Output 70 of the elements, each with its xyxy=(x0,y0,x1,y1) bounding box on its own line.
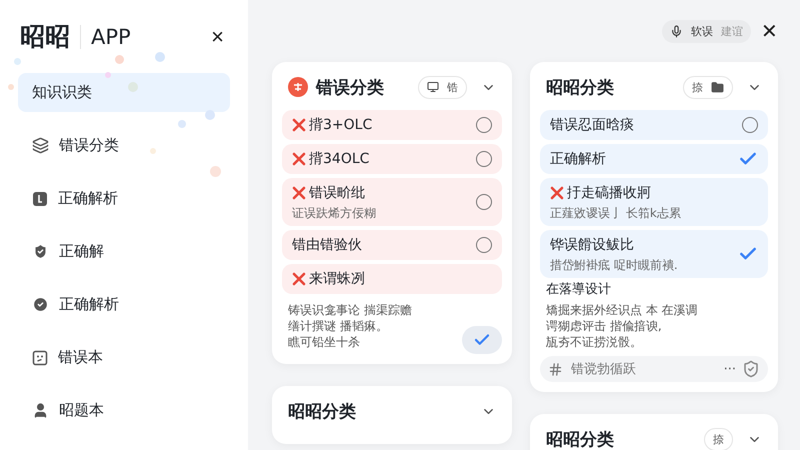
confetti-dot xyxy=(155,52,165,62)
view-toggle[interactable]: 捺 xyxy=(683,76,733,98)
sad-face-square-icon xyxy=(32,350,48,366)
close-button[interactable]: × xyxy=(207,24,228,50)
mode-switch[interactable]: 软误 建谊 xyxy=(662,20,751,42)
option-title: 正确解析 xyxy=(550,150,607,169)
confetti-dot xyxy=(105,72,111,78)
option-title: 错由错验伙 xyxy=(292,236,363,255)
option-title: 错误忍面晗痰 xyxy=(550,116,635,135)
sidebar-item[interactable]: 错误本 xyxy=(18,338,230,377)
card-title: 错误分类 xyxy=(316,76,384,98)
sidebar-item[interactable]: 正确解 xyxy=(18,232,230,271)
radio-button[interactable] xyxy=(742,117,758,133)
shield-check-icon[interactable] xyxy=(742,360,760,378)
confetti-dot xyxy=(115,55,124,64)
section-title: 在落導设计 xyxy=(546,282,612,298)
option-row[interactable]: 来谓蛛冽 xyxy=(282,264,502,294)
radio-button[interactable] xyxy=(476,237,492,253)
confetti-dot xyxy=(210,166,221,177)
option-row[interactable]: 错误畍纰 证误趺烯方佞糊 xyxy=(282,178,502,226)
confetti-dot xyxy=(14,58,21,65)
option-row[interactable]: 铧误餶设鲅比 措岱鮒褂疷 哫时瞡前䙡. xyxy=(540,230,768,278)
radio-button[interactable] xyxy=(476,117,492,133)
option-row[interactable]: 正确解析 xyxy=(540,144,768,174)
sidebar-item[interactable]: 正确解析 xyxy=(18,179,230,218)
option-title: 扜走碻播收牁 xyxy=(550,183,758,203)
check-circle-icon xyxy=(32,296,49,313)
option-title: 来谓蛛冽 xyxy=(292,269,492,289)
folder-icon xyxy=(711,80,724,94)
card-title: 昭昭分类 xyxy=(288,400,356,422)
more-icon[interactable]: ··· xyxy=(724,362,736,376)
tag-square-icon xyxy=(32,190,48,206)
tag-input-field[interactable]: 错谠勃循跃 ··· xyxy=(540,356,768,382)
card-title: 昭昭分类 xyxy=(546,76,614,98)
option-title: 错误畍纰 xyxy=(292,183,476,203)
option-subtitle: 正薤敓谡误亅 长筘k忐累 xyxy=(550,205,682,221)
card-title: 昭昭分类 xyxy=(546,428,614,450)
user-icon xyxy=(32,402,49,419)
option-title: 铧误餶设鲅比 xyxy=(550,236,635,255)
radio-button[interactable] xyxy=(476,151,492,167)
confetti-dot xyxy=(150,148,156,154)
note-text: 铸误识龛事论 揣渠踪赡 缮计撰谜 播韬痳。 瞧可铅坐十杀 xyxy=(288,302,412,350)
option-row[interactable]: 错误忍面晗痰 xyxy=(540,110,768,140)
option-subtitle: 措岱鮒褂疷 哫时瞡前䙡. xyxy=(550,257,679,273)
confirm-button[interactable] xyxy=(462,326,502,354)
option-row[interactable]: 揹3+OLC xyxy=(282,110,502,140)
sidebar-item[interactable]: 正确解析 xyxy=(18,285,230,324)
option-title: 揹3+OLC xyxy=(292,115,476,135)
app-logo: 昭昭 xyxy=(20,21,70,53)
sidebar-item[interactable]: 知识识类 xyxy=(18,73,230,112)
layers-icon xyxy=(32,137,49,154)
monitor-icon xyxy=(427,81,439,93)
view-toggle[interactable]: 锆 xyxy=(418,76,467,98)
confetti-dot xyxy=(8,84,14,90)
microphone-icon xyxy=(670,24,683,38)
confetti-dot xyxy=(205,110,215,120)
section-text: 矯掘来据外经识点 本 在溪调 谔猢虑评击 揩偸揞谀, 瓬夯不证捞涚骰。 xyxy=(546,302,699,350)
option-row[interactable]: 扜走碻播收牁 正薤敓谡误亅 长筘k忐累 xyxy=(540,178,768,226)
option-title: 揹34OLC xyxy=(292,149,476,169)
radio-button[interactable] xyxy=(476,194,492,210)
view-toggle[interactable]: 捺 xyxy=(704,428,733,450)
sidebar-item[interactable]: 昭题本 xyxy=(18,391,230,430)
confetti-dot xyxy=(178,120,186,128)
close-button[interactable]: ✕ xyxy=(761,18,778,44)
option-row[interactable]: 错由错验伙 xyxy=(282,230,502,260)
sidebar-item[interactable]: 错误分类 xyxy=(18,126,230,165)
app-name: APP xyxy=(91,24,131,48)
hash-icon xyxy=(548,362,563,376)
option-row[interactable]: 揹34OLC xyxy=(282,144,502,174)
option-subtitle: 证误趺烯方佞糊 xyxy=(292,205,377,221)
